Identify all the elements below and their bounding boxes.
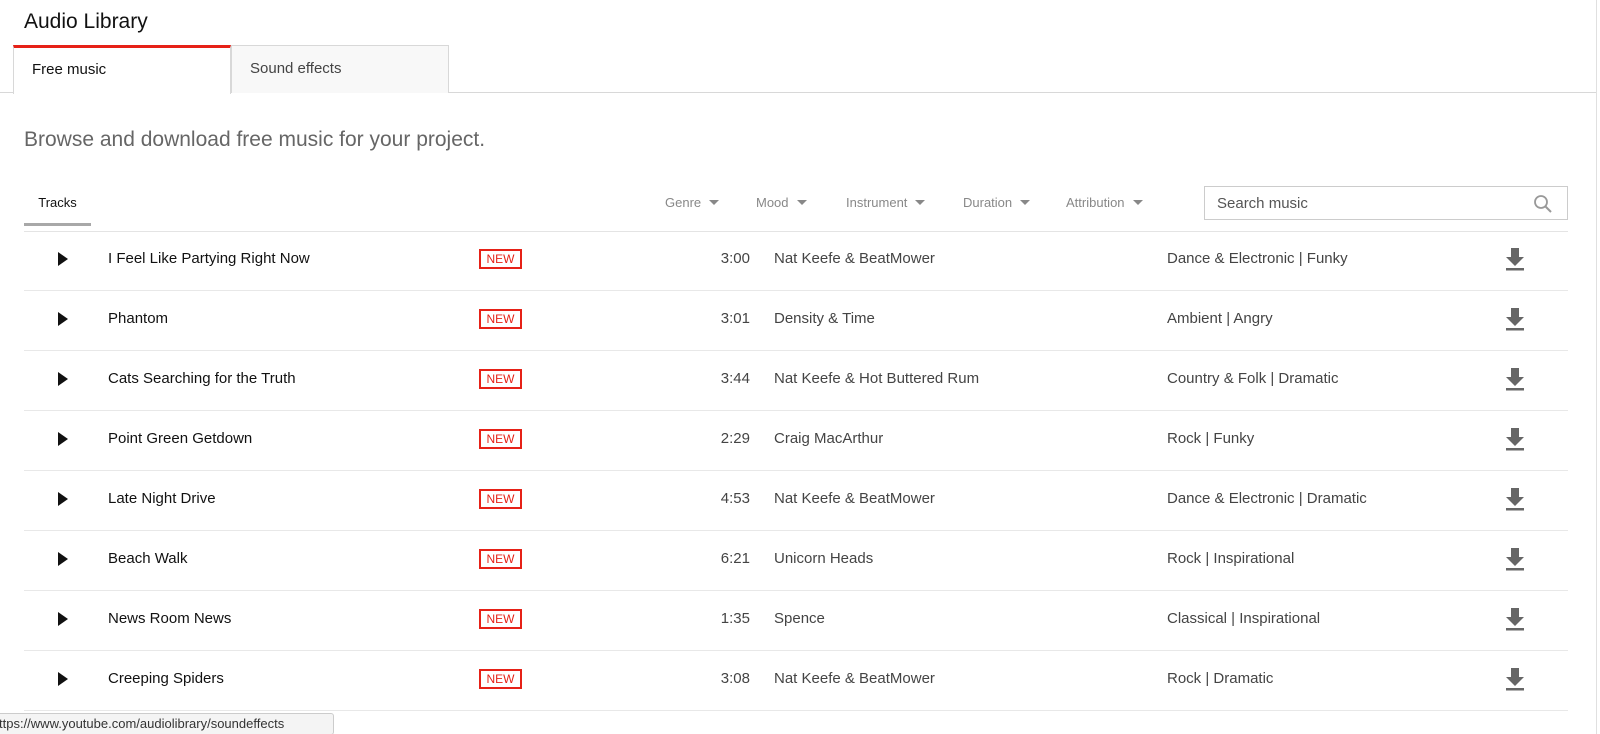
track-duration: 2:29 bbox=[720, 430, 750, 447]
track-row: I Feel Like Partying Right Now NEW 3:00 … bbox=[24, 231, 1568, 291]
play-icon[interactable] bbox=[58, 552, 70, 566]
page-subtitle: Browse and download free music for your … bbox=[24, 128, 486, 151]
caret-down-icon bbox=[1132, 200, 1143, 205]
new-badge: NEW bbox=[479, 309, 522, 329]
play-icon[interactable] bbox=[58, 612, 70, 626]
track-genre-mood: Dance & Electronic | Funky bbox=[1167, 250, 1348, 267]
track-row: Late Night Drive NEW 4:53 Nat Keefe & Be… bbox=[24, 471, 1568, 531]
track-genre-mood: Rock | Funky bbox=[1167, 430, 1255, 447]
tab-sound-effects[interactable]: Sound effects bbox=[231, 45, 449, 93]
caret-down-icon bbox=[796, 200, 807, 205]
track-duration: 1:35 bbox=[720, 610, 750, 627]
duration-filter[interactable]: Duration bbox=[963, 186, 1031, 220]
track-list: I Feel Like Partying Right Now NEW 3:00 … bbox=[24, 231, 1568, 711]
search-box bbox=[1204, 186, 1568, 220]
new-badge: NEW bbox=[479, 609, 522, 629]
track-genre-mood: Dance & Electronic | Dramatic bbox=[1167, 490, 1367, 507]
track-title[interactable]: Cats Searching for the Truth bbox=[108, 370, 296, 387]
track-artist: Density & Time bbox=[774, 310, 875, 327]
mood-filter-label: Mood bbox=[756, 195, 789, 210]
play-icon[interactable] bbox=[58, 432, 70, 446]
caret-down-icon bbox=[709, 200, 720, 205]
search-input[interactable] bbox=[1205, 187, 1515, 219]
tab-free-music[interactable]: Free music bbox=[13, 45, 231, 94]
track-artist: Craig MacArthur bbox=[774, 430, 884, 447]
track-row: Cats Searching for the Truth NEW 3:44 Na… bbox=[24, 351, 1568, 411]
track-duration: 3:08 bbox=[720, 670, 750, 687]
download-icon[interactable] bbox=[1505, 307, 1525, 331]
instrument-filter[interactable]: Instrument bbox=[846, 186, 926, 220]
filter-bar: Tracks Genre Mood Instrument Duration At… bbox=[24, 186, 1568, 232]
new-badge: NEW bbox=[479, 489, 522, 509]
track-title[interactable]: Phantom bbox=[108, 310, 168, 327]
track-genre-mood: Rock | Inspirational bbox=[1167, 550, 1295, 567]
track-row: News Room News NEW 1:35 Spence Classical… bbox=[24, 591, 1568, 651]
caret-down-icon bbox=[915, 200, 926, 205]
tab-tracks[interactable]: Tracks bbox=[24, 186, 91, 226]
play-icon[interactable] bbox=[58, 672, 70, 686]
track-title[interactable]: Creeping Spiders bbox=[108, 670, 224, 687]
download-icon[interactable] bbox=[1505, 547, 1525, 571]
track-genre-mood: Rock | Dramatic bbox=[1167, 670, 1274, 687]
caret-down-icon bbox=[1020, 200, 1031, 205]
track-title[interactable]: News Room News bbox=[108, 610, 231, 627]
download-icon[interactable] bbox=[1505, 667, 1525, 691]
track-title[interactable]: Late Night Drive bbox=[108, 490, 216, 507]
download-icon[interactable] bbox=[1505, 607, 1525, 631]
download-icon[interactable] bbox=[1505, 427, 1525, 451]
duration-filter-label: Duration bbox=[963, 195, 1013, 210]
track-row: Phantom NEW 3:01 Density & Time Ambient … bbox=[24, 291, 1568, 351]
attribution-filter[interactable]: Attribution bbox=[1066, 186, 1143, 220]
track-artist: Nat Keefe & BeatMower bbox=[774, 490, 935, 507]
new-badge: NEW bbox=[479, 369, 522, 389]
track-duration: 3:00 bbox=[720, 250, 750, 267]
genre-filter-label: Genre bbox=[665, 195, 702, 210]
track-artist: Spence bbox=[774, 610, 825, 627]
track-row: Creeping Spiders NEW 3:08 Nat Keefe & Be… bbox=[24, 651, 1568, 711]
track-title[interactable]: Beach Walk bbox=[108, 550, 187, 567]
track-row: Beach Walk NEW 6:21 Unicorn Heads Rock |… bbox=[24, 531, 1568, 591]
track-artist: Nat Keefe & Hot Buttered Rum bbox=[774, 370, 980, 387]
download-icon[interactable] bbox=[1505, 247, 1525, 271]
track-artist: Nat Keefe & BeatMower bbox=[774, 670, 935, 687]
search-icon[interactable] bbox=[1533, 194, 1553, 214]
page-title: Audio Library bbox=[24, 10, 148, 33]
track-title[interactable]: Point Green Getdown bbox=[108, 430, 252, 447]
genre-filter[interactable]: Genre bbox=[665, 186, 720, 220]
track-duration: 6:21 bbox=[720, 550, 750, 567]
download-icon[interactable] bbox=[1505, 487, 1525, 511]
track-artist: Nat Keefe & BeatMower bbox=[774, 250, 935, 267]
new-badge: NEW bbox=[479, 549, 522, 569]
play-icon[interactable] bbox=[58, 372, 70, 386]
track-duration: 3:44 bbox=[720, 370, 750, 387]
track-genre-mood: Classical | Inspirational bbox=[1167, 610, 1321, 627]
play-icon[interactable] bbox=[58, 312, 70, 326]
track-genre-mood: Ambient | Angry bbox=[1167, 310, 1273, 327]
instrument-filter-label: Instrument bbox=[846, 195, 908, 210]
attribution-filter-label: Attribution bbox=[1066, 195, 1125, 210]
track-title[interactable]: I Feel Like Partying Right Now bbox=[108, 250, 310, 267]
track-duration: 3:01 bbox=[720, 310, 750, 327]
mood-filter[interactable]: Mood bbox=[756, 186, 807, 220]
new-badge: NEW bbox=[479, 249, 522, 269]
new-badge: NEW bbox=[479, 669, 522, 689]
tabs-bar: Free music Sound effects bbox=[0, 45, 1596, 94]
track-genre-mood: Country & Folk | Dramatic bbox=[1167, 370, 1339, 387]
scrollbar-edge bbox=[1596, 0, 1597, 734]
play-icon[interactable] bbox=[58, 252, 70, 266]
audio-library-page: Audio Library Free music Sound effects B… bbox=[0, 0, 1600, 734]
new-badge: NEW bbox=[479, 429, 522, 449]
track-row: Point Green Getdown NEW 2:29 Craig MacAr… bbox=[24, 411, 1568, 471]
track-duration: 4:53 bbox=[720, 490, 750, 507]
play-icon[interactable] bbox=[58, 492, 70, 506]
track-artist: Unicorn Heads bbox=[774, 550, 874, 567]
download-icon[interactable] bbox=[1505, 367, 1525, 391]
status-bar-url: ttps://www.youtube.com/audiolibrary/soun… bbox=[0, 713, 334, 734]
